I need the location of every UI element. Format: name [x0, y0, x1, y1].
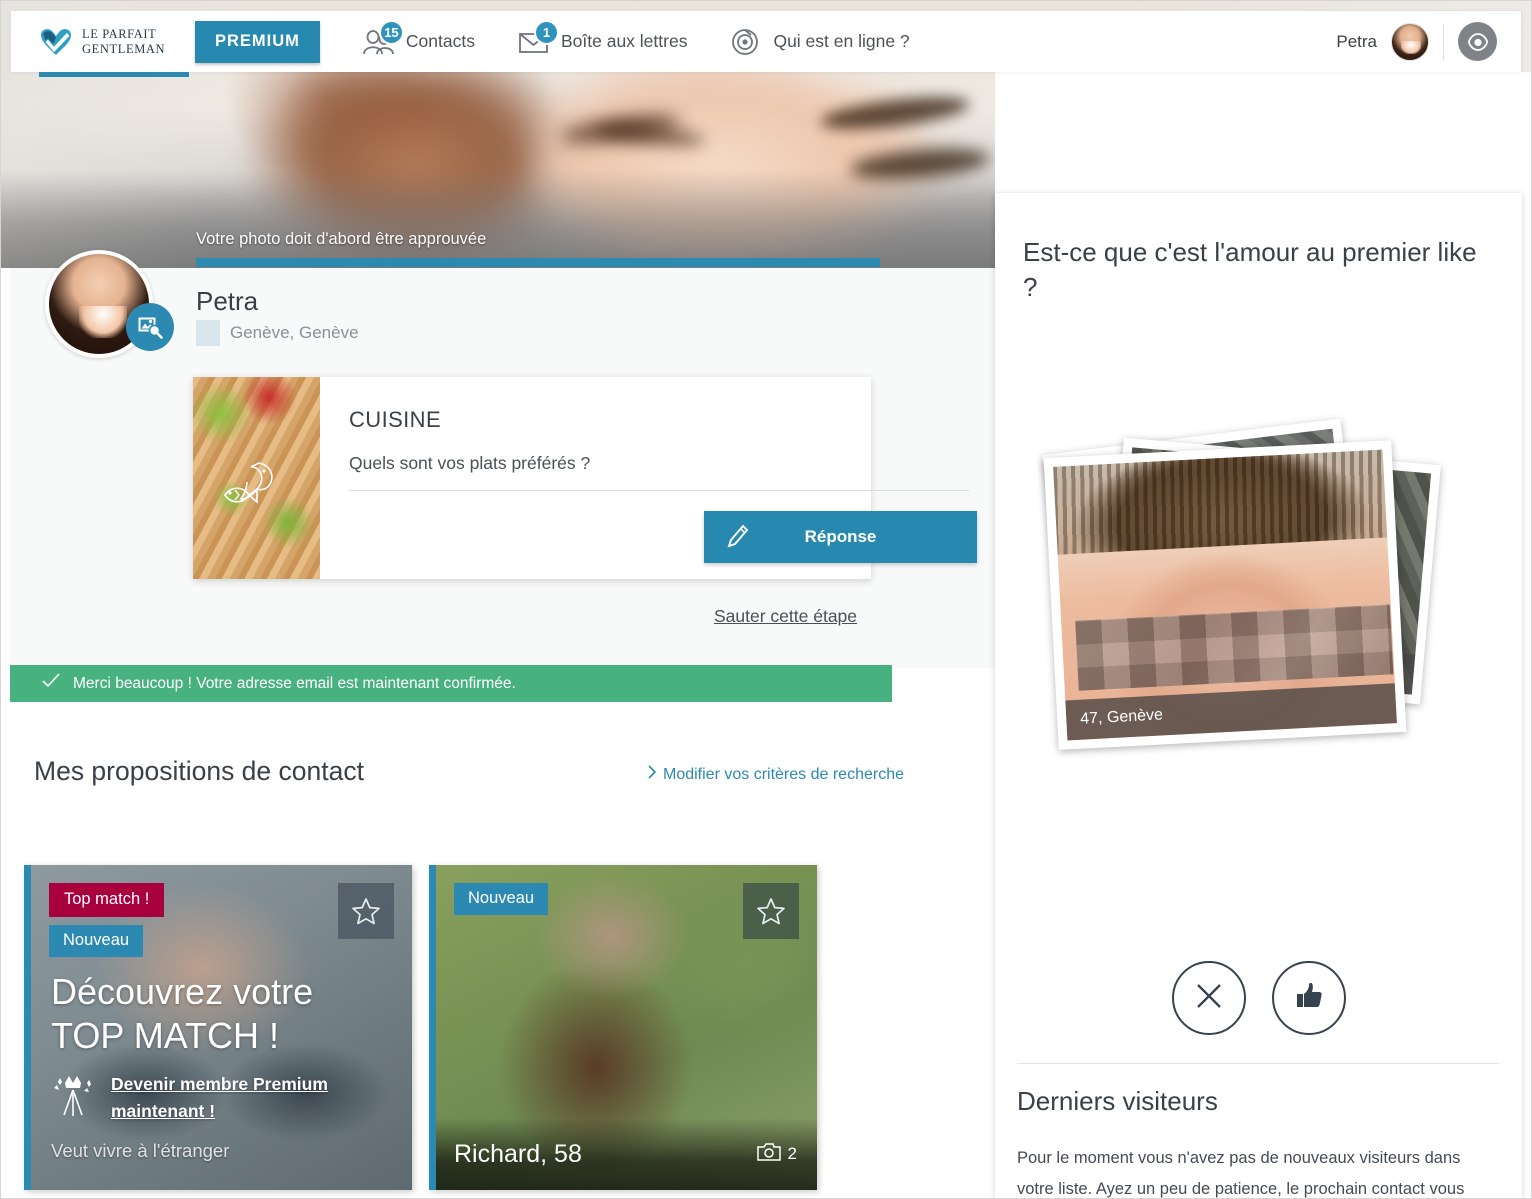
profile-location-row: Genève, Genève [196, 320, 359, 346]
like-button[interactable] [1271, 961, 1346, 1035]
chevron-right-icon [648, 765, 657, 784]
thumbs-up-icon [1293, 980, 1325, 1017]
nav-user-name[interactable]: Petra [1336, 32, 1377, 52]
photo-search-icon[interactable] [126, 303, 174, 351]
location-flag-icon [196, 320, 220, 346]
cuisine-card-body: CUISINE Quels sont vos plats préférés ? … [320, 377, 977, 579]
match-game-title: Est-ce que c'est l'amour au premier like… [1023, 237, 1477, 302]
promo-link-row: Devenir membre Premium maintenant ! [51, 1071, 366, 1132]
profile-location: Genève, Genève [230, 323, 359, 342]
contacts-badge-count: 15 [378, 19, 404, 45]
active-tab-indicator [39, 72, 189, 77]
check-icon [42, 673, 60, 694]
top-match-badge: Top match ! [49, 883, 165, 917]
match-action-buttons [995, 961, 1522, 1035]
photo-approval-notice: Votre photo doit d'abord être approuvée [196, 230, 487, 248]
edit-search-criteria-link[interactable]: Modifier vos critères de recherche [648, 765, 904, 784]
skip-step-link[interactable]: Sauter cette étape [714, 606, 857, 627]
photo-count-value: 2 [787, 1144, 797, 1163]
camera-icon [756, 1142, 781, 1167]
photo-hair-region [1053, 449, 1388, 555]
become-premium-link[interactable]: Devenir membre Premium maintenant ! [111, 1071, 366, 1125]
star-icon[interactable] [338, 883, 394, 939]
dislike-button[interactable] [1171, 961, 1246, 1035]
pencil-icon [726, 524, 750, 555]
section-title: Mes propositions de contact [34, 756, 364, 786]
site-logo[interactable]: LE PARFAIT GENTLEMAN [11, 27, 188, 57]
app-page: LE PARFAIT GENTLEMAN PREMIUM 15 Contacts [0, 0, 1532, 1199]
page-title: Petra [196, 286, 259, 316]
heart-check-logo-icon [39, 27, 73, 57]
nav-right-group: Petra [1336, 22, 1521, 61]
photo-stack: 54, 47, Genève [995, 321, 1522, 761]
top-navigation-bar: LE PARFAIT GENTLEMAN PREMIUM 15 Contacts [10, 10, 1522, 77]
promo-headline: Découvrez votre TOP MATCH ! [51, 970, 381, 1058]
mailbox-badge-count: 1 [533, 19, 559, 45]
email-confirmed-banner: Merci beaucoup ! Votre adresse email est… [10, 665, 892, 702]
visitors-text: Pour le moment vous n'avez pas de nouvea… [1017, 1149, 1465, 1198]
contacts-icon: 15 [362, 19, 404, 57]
nav-divider [1443, 23, 1444, 60]
right-sidebar-panel: Est-ce que c'est l'amour au premier like… [995, 193, 1522, 1199]
divider [1017, 1063, 1499, 1064]
eye-icon[interactable] [1458, 22, 1497, 61]
promo-subtitle: Veut vivre à l'étranger [51, 1140, 230, 1161]
photo-card-front[interactable]: 47, Genève [1043, 440, 1407, 750]
new-badge: Nouveau [49, 925, 144, 957]
star-icon[interactable] [743, 883, 799, 939]
edit-search-criteria-label: Modifier vos critères de recherche [663, 765, 904, 783]
premium-button[interactable]: PREMIUM [195, 20, 320, 63]
avatar[interactable] [1391, 22, 1429, 61]
photo-caption-front: 47, Genève [1065, 683, 1397, 741]
close-icon [1193, 980, 1225, 1017]
nav-item-who-is-online[interactable]: Qui est en ligne ? [729, 27, 910, 57]
match-name: Richard, 58 [454, 1139, 582, 1168]
promo-headline-line-2: TOP MATCH ! [51, 1015, 280, 1056]
logo-line-2: GENTLEMAN [82, 41, 166, 56]
logo-line-1: LE PARFAIT [82, 27, 157, 41]
cuisine-question-text: Quels sont vos plats préférés ? [349, 453, 591, 473]
divider [349, 490, 969, 491]
nav-label-who-is-online: Qui est en ligne ? [773, 31, 910, 51]
nav-items: 15 Contacts 1 Boîte aux lettres Qui est … [320, 19, 1336, 57]
reponse-button[interactable]: Réponse [704, 511, 977, 563]
nav-label-mailbox: Boîte aux lettres [560, 31, 688, 51]
seafood-icon [217, 455, 297, 530]
new-badge: Nouveau [454, 883, 549, 915]
nav-item-contacts[interactable]: 15 Contacts [362, 19, 475, 57]
photo-count-group: 2 [756, 1142, 797, 1167]
profile-progress-bar [196, 258, 880, 267]
crown-icon [51, 1071, 97, 1132]
nav-item-mailbox[interactable]: 1 Boîte aux lettres [517, 19, 688, 57]
banner-message: Merci beaucoup ! Votre adresse email est… [73, 674, 516, 692]
online-icon [729, 27, 763, 57]
top-match-promo-card[interactable]: Top match ! Nouveau Découvrez votre TOP … [24, 865, 412, 1190]
match-card-richard[interactable]: Nouveau Richard, 58 2 [429, 865, 817, 1190]
contact-proposals-section: Mes propositions de contact Modifier vos… [10, 702, 995, 817]
promo-headline-line-1: Découvrez votre [51, 971, 314, 1012]
reponse-button-label: Réponse [804, 527, 877, 546]
pixelated-face-region [1075, 604, 1394, 691]
match-card-footer: Richard, 58 2 [436, 1118, 817, 1190]
cuisine-thumbnail [193, 377, 320, 579]
nav-label-contacts: Contacts [405, 31, 475, 51]
match-cards-row: Top match ! Nouveau Découvrez votre TOP … [24, 865, 817, 1190]
envelope-icon: 1 [517, 19, 559, 57]
cuisine-question-card: CUISINE Quels sont vos plats préférés ? … [193, 377, 977, 579]
logo-text: LE PARFAIT GENTLEMAN [82, 27, 165, 56]
visitors-heading: Derniers visiteurs [1017, 1086, 1218, 1116]
cuisine-category-title: CUISINE [349, 407, 442, 432]
